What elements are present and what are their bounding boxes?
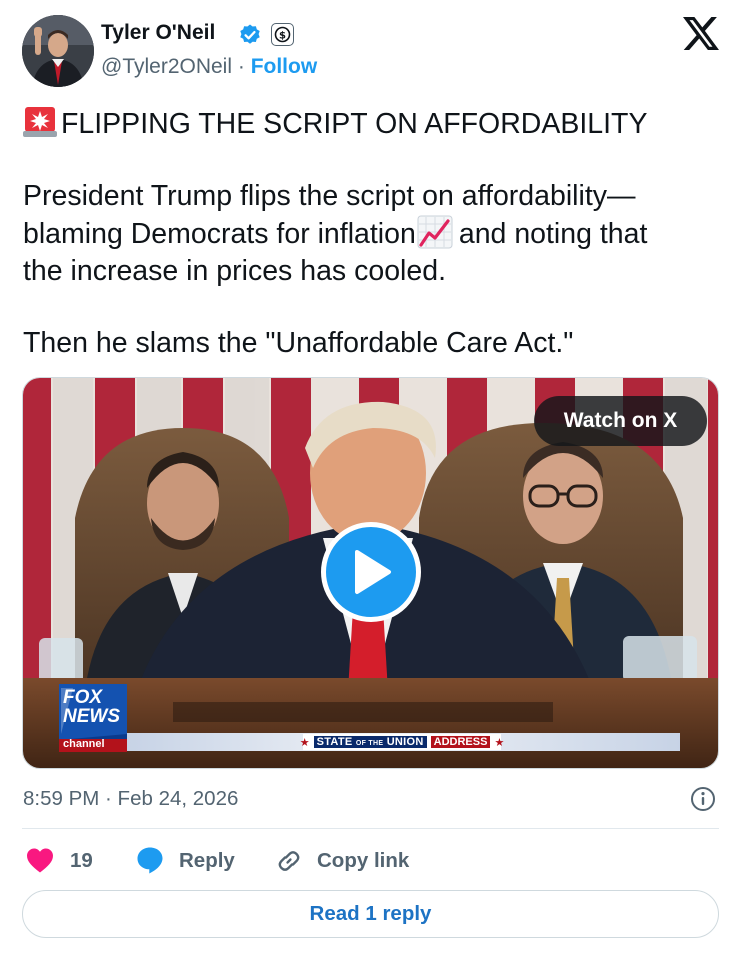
author-avatar[interactable] — [22, 15, 94, 87]
footer-divider — [22, 828, 719, 829]
svg-text:$: $ — [279, 30, 286, 41]
info-icon[interactable] — [690, 786, 716, 812]
tweet-line-4: Then he slams the "Unaffordable Care Act… — [23, 327, 574, 359]
fox-news-logo-line3: channel — [63, 738, 105, 750]
play-button[interactable] — [321, 522, 421, 622]
tweet-line-3: the increase in prices has cooled. — [23, 255, 446, 287]
banner-state: STATE — [316, 736, 353, 748]
copy-link-button[interactable]: Copy link — [317, 849, 409, 873]
video-media[interactable]: Watch on X FOX NEWS channel ★ STATE OF T… — [22, 377, 719, 769]
reply-button[interactable]: Reply — [179, 849, 235, 873]
banner-of-the: OF THE — [355, 740, 384, 747]
tweet-headline-line: FLIPPING THE SCRIPT ON AFFORDABILITY — [23, 105, 723, 143]
tweet-timestamp[interactable]: 8:59 PM · Feb 24, 2026 — [23, 787, 238, 811]
tweet-line-2: blaming Democrats for inflation and noti… — [23, 215, 723, 253]
watch-on-x-button[interactable]: Watch on X — [534, 396, 707, 446]
dollar-badge-icon: $ — [271, 23, 294, 46]
banner-star-left: ★ — [299, 736, 310, 749]
state-of-the-union-banner: ★ STATE OF THE UNION ADDRESS ★ — [299, 734, 505, 750]
tweet-line-1: President Trump flips the script on affo… — [23, 180, 636, 212]
read-replies-button[interactable]: Read 1 reply — [22, 890, 719, 938]
banner-union: UNION — [386, 736, 424, 748]
tweet-line-2-start: blaming Democrats for inflation — [23, 218, 416, 250]
play-icon — [355, 550, 391, 594]
author-display-name[interactable]: Tyler O'Neil — [101, 21, 215, 45]
link-icon[interactable] — [275, 847, 303, 875]
banner-star-right: ★ — [494, 736, 505, 749]
tweet-line-2-end: and noting that — [458, 218, 648, 250]
author-handle-row: @Tyler2ONeil · Follow — [101, 55, 317, 79]
tweet-headline: FLIPPING THE SCRIPT ON AFFORDABILITY — [61, 108, 648, 140]
heart-icon[interactable] — [26, 847, 54, 874]
banner-address: ADDRESS — [430, 736, 491, 748]
embedded-tweet-card: Tyler O'Neil $ @Tyler2ONeil · Follow FLI… — [0, 0, 740, 954]
like-count[interactable]: 19 — [70, 849, 93, 873]
fox-news-logo-line2: NEWS — [63, 706, 120, 727]
reply-icon[interactable] — [135, 845, 165, 875]
rotating-light-emoji — [23, 107, 57, 137]
tweet-action-row: 19 Reply Copy link — [22, 843, 719, 879]
chart-increasing-emoji — [417, 215, 453, 249]
fox-news-logo-line1: FOX — [63, 687, 103, 708]
author-handle[interactable]: @Tyler2ONeil — [101, 55, 232, 78]
x-logo-icon[interactable] — [683, 17, 719, 50]
verified-badge-icon — [240, 24, 260, 44]
handle-separator: · — [232, 55, 251, 78]
banner-main-text: STATE OF THE UNION — [313, 736, 427, 748]
follow-link[interactable]: Follow — [251, 55, 318, 78]
tweet-text: FLIPPING THE SCRIPT ON AFFORDABILITY Pre… — [23, 105, 723, 362]
